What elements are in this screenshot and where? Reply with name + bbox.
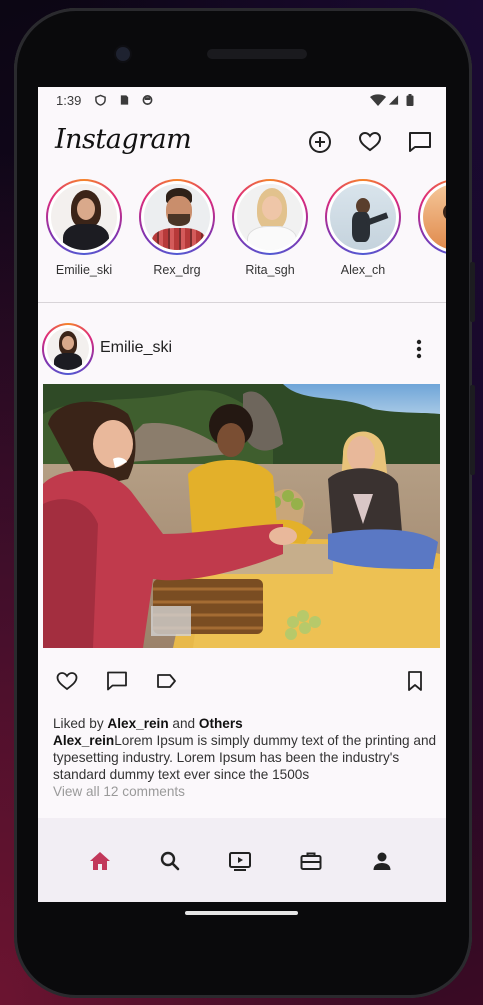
front-camera [116,47,130,61]
add-post-icon[interactable] [307,129,333,155]
story-ring [418,179,446,255]
story-name: Rex_drg [153,263,201,277]
status-bar: 1:39 [38,87,446,115]
story-name: Emilie_ski [55,263,113,277]
messages-icon[interactable] [407,129,433,155]
shop-briefcase-icon[interactable] [299,849,323,873]
search-icon[interactable] [158,849,182,873]
heart-icon[interactable] [357,129,383,155]
likes-prefix: Liked by [53,716,108,731]
post-caption: Liked by Alex_rein and Others Alex_reinL… [53,715,438,800]
story-item[interactable]: S [415,179,446,277]
power-button [470,385,475,475]
sim-card-icon [120,95,129,105]
liked-by-user[interactable]: Alex_rein [107,716,168,731]
story-item[interactable]: Rex_drg [136,179,218,277]
story-name: S [415,263,446,277]
story-ring [46,179,122,255]
cell-signal-icon [388,95,399,105]
battery-icon [406,94,414,106]
like-heart-icon[interactable] [55,669,79,693]
post-username[interactable]: Emilie_ski [100,339,172,357]
status-time: 1:39 [56,93,82,108]
wifi-icon [370,94,386,106]
story-ring [325,179,401,255]
picnic-photo [43,384,440,648]
volume-button [470,262,475,322]
app-screen: 1:39 Instagram Emilie_ski Rex_drg Rita_s… [38,87,446,902]
caption-username[interactable]: Alex_rein [53,733,114,748]
story-ring [232,179,308,255]
avatar [237,184,303,250]
story-name: Alex_ch [340,263,386,277]
avatar [47,328,89,370]
liked-others[interactable]: Others [199,716,243,731]
bottom-navigation [38,818,446,902]
likes-line: Liked by Alex_rein and Others [53,715,438,732]
profile-icon[interactable] [370,849,394,873]
comment-icon[interactable] [105,669,129,693]
stories-row: Emilie_ski Rex_drg Rita_sgh Alex_ch [38,171,446,301]
more-options-icon[interactable] [416,339,422,359]
story-ring [139,179,215,255]
post-avatar-ring[interactable] [42,323,94,375]
likes-and: and [168,716,199,731]
instagram-logo: Instagram [55,124,192,155]
earpiece-speaker [207,49,307,59]
avatar [330,184,396,250]
divider [38,302,446,303]
post-actions [38,665,446,699]
avatar [51,184,117,250]
home-indicator[interactable] [185,911,298,915]
story-item[interactable]: Rita_sgh [229,179,311,277]
story-name: Rita_sgh [245,263,295,277]
avatar [423,184,446,250]
avatar [144,184,210,250]
shield-icon [95,94,106,106]
app-bar: Instagram [38,115,446,171]
caption-text: Alex_reinLorem Ipsum is simply dummy tex… [53,732,438,783]
view-comments-link[interactable]: View all 12 comments [53,783,438,800]
story-item[interactable]: Emilie_ski [43,179,125,277]
reels-video-icon[interactable] [228,849,252,873]
post-header: Emilie_ski [38,317,446,377]
post-image[interactable] [43,384,440,648]
home-icon[interactable] [88,849,112,873]
story-item[interactable]: Alex_ch [322,179,404,277]
data-saver-icon [142,95,153,105]
share-tag-icon[interactable] [155,669,179,693]
bookmark-icon[interactable] [403,669,427,693]
